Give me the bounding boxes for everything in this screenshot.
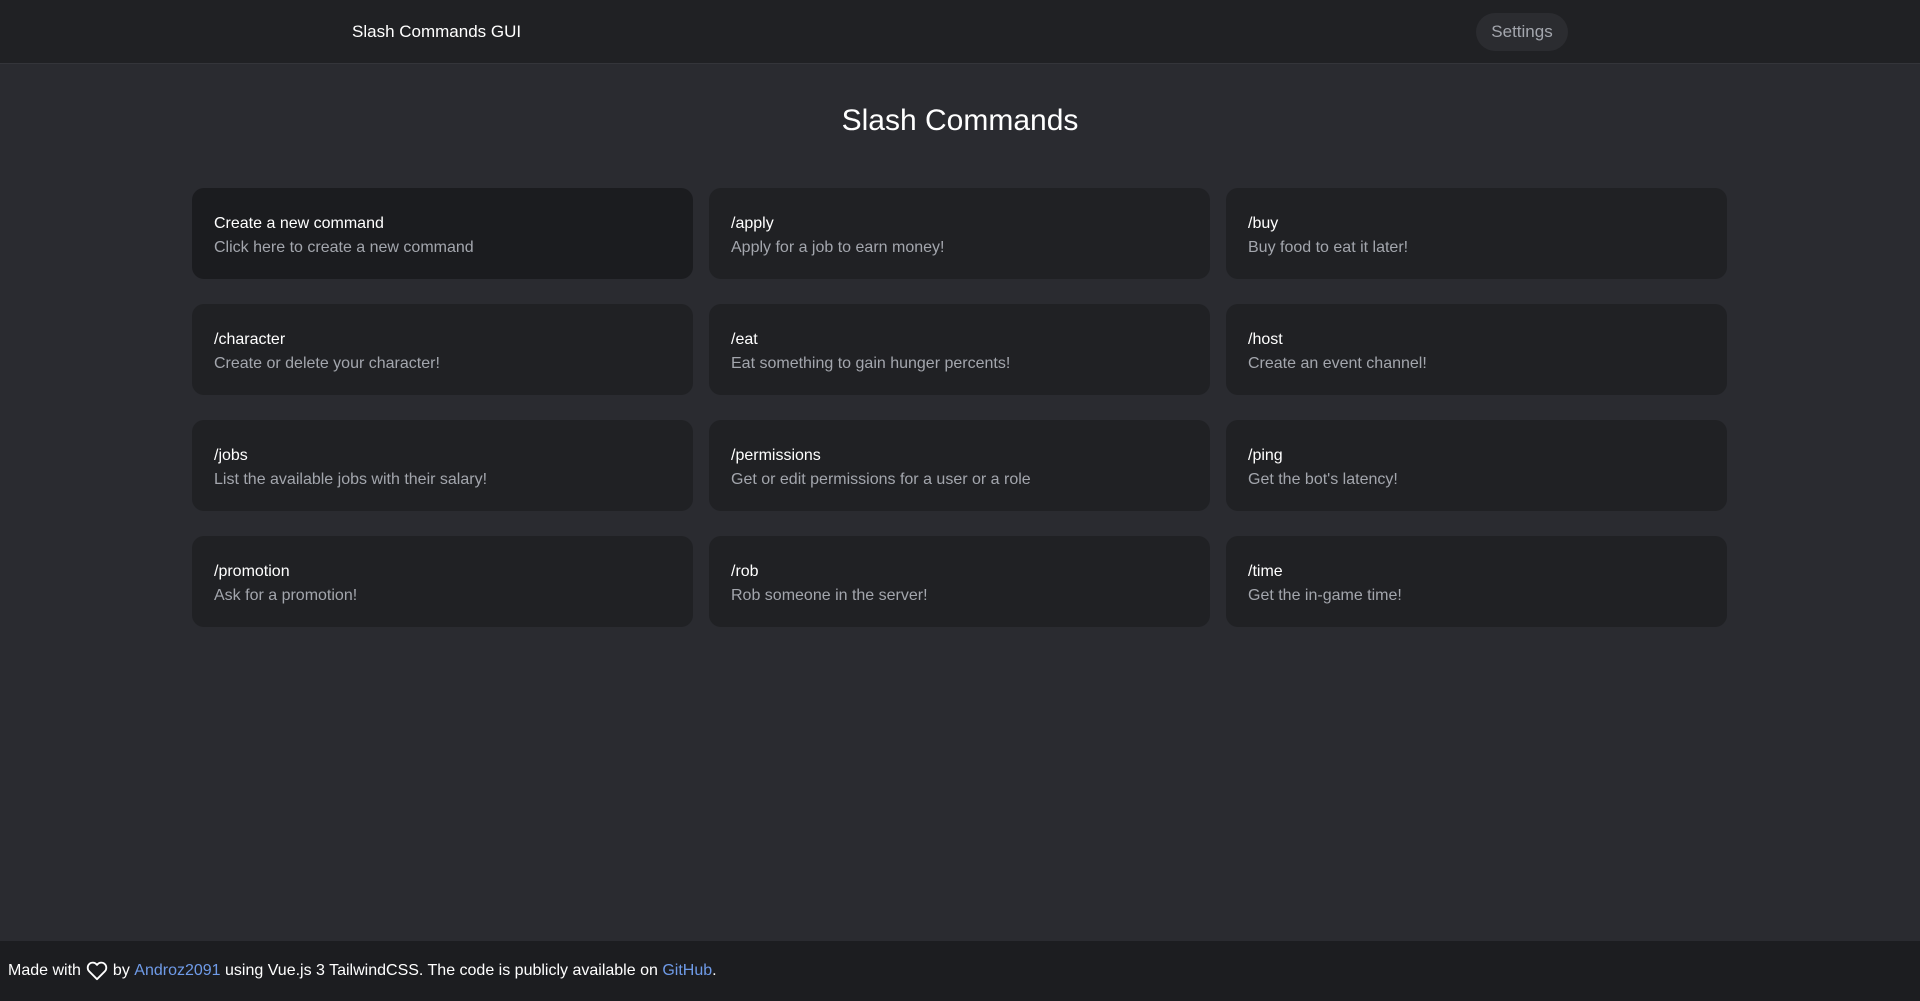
command-card-permissions[interactable]: /permissions Get or edit permissions for… [709, 420, 1210, 511]
card-description: Get or edit permissions for a user or a … [731, 471, 1031, 488]
footer-by: by [112, 962, 130, 979]
card-description: Get the bot's latency! [1248, 471, 1398, 488]
command-card-eat[interactable]: /eat Eat something to gain hunger percen… [709, 304, 1210, 395]
github-link[interactable]: GitHub [662, 962, 712, 980]
card-description: Eat something to gain hunger percents! [731, 355, 1011, 372]
card-title: /jobs [214, 447, 248, 464]
command-card-character[interactable]: /character Create or delete your charact… [192, 304, 693, 395]
card-title: /ping [1248, 447, 1283, 464]
command-card-time[interactable]: /time Get the in-game time! [1226, 536, 1727, 627]
page-title: Slash Commands [841, 104, 1079, 137]
card-title: /apply [731, 215, 774, 232]
navbar: Slash Commands GUI Settings [0, 0, 1920, 64]
card-title: /time [1248, 563, 1283, 580]
heart-icon [86, 961, 108, 981]
card-title: Create a new command [214, 215, 384, 232]
card-title: /character [214, 331, 286, 348]
card-title: /host [1248, 331, 1283, 348]
command-card-apply[interactable]: /apply Apply for a job to earn money! [709, 188, 1210, 279]
card-description: Buy food to eat it later! [1248, 239, 1409, 256]
card-title: /promotion [214, 563, 290, 580]
footer-end: . [712, 962, 717, 979]
card-description: Get the in-game time! [1248, 587, 1402, 604]
card-title: /rob [731, 563, 759, 580]
card-description: Rob someone in the server! [731, 587, 928, 604]
commands-grid: Create a new command Click here to creat… [192, 188, 1728, 627]
command-card-buy[interactable]: /buy Buy food to eat it later! [1226, 188, 1727, 279]
create-command-card[interactable]: Create a new command Click here to creat… [192, 188, 693, 279]
command-card-jobs[interactable]: /jobs List the available jobs with their… [192, 420, 693, 511]
card-description: Create or delete your character! [214, 355, 440, 372]
card-title: /permissions [731, 447, 821, 464]
card-description: Apply for a job to earn money! [731, 239, 945, 256]
footer-middle-text: using Vue.js 3 TailwindCSS. The code is … [225, 962, 658, 979]
card-description: Ask for a promotion! [214, 587, 358, 604]
card-description: Create an event channel! [1248, 355, 1427, 372]
card-description: Click here to create a new command [214, 239, 474, 256]
card-title: /buy [1248, 215, 1279, 232]
author-link[interactable]: Androz2091 [134, 962, 220, 980]
command-card-promotion[interactable]: /promotion Ask for a promotion! [192, 536, 693, 627]
card-title: /eat [731, 331, 758, 348]
card-description: List the available jobs with their salar… [214, 471, 488, 488]
command-card-ping[interactable]: /ping Get the bot's latency! [1226, 420, 1727, 511]
footer: Made with by Androz2091 using Vue.js 3 T… [0, 941, 1920, 1001]
command-card-host[interactable]: /host Create an event channel! [1226, 304, 1727, 395]
brand-link[interactable]: Slash Commands GUI [352, 22, 521, 42]
command-card-rob[interactable]: /rob Rob someone in the server! [709, 536, 1210, 627]
settings-button[interactable]: Settings [1476, 13, 1568, 51]
footer-made-with: Made with [8, 962, 81, 979]
